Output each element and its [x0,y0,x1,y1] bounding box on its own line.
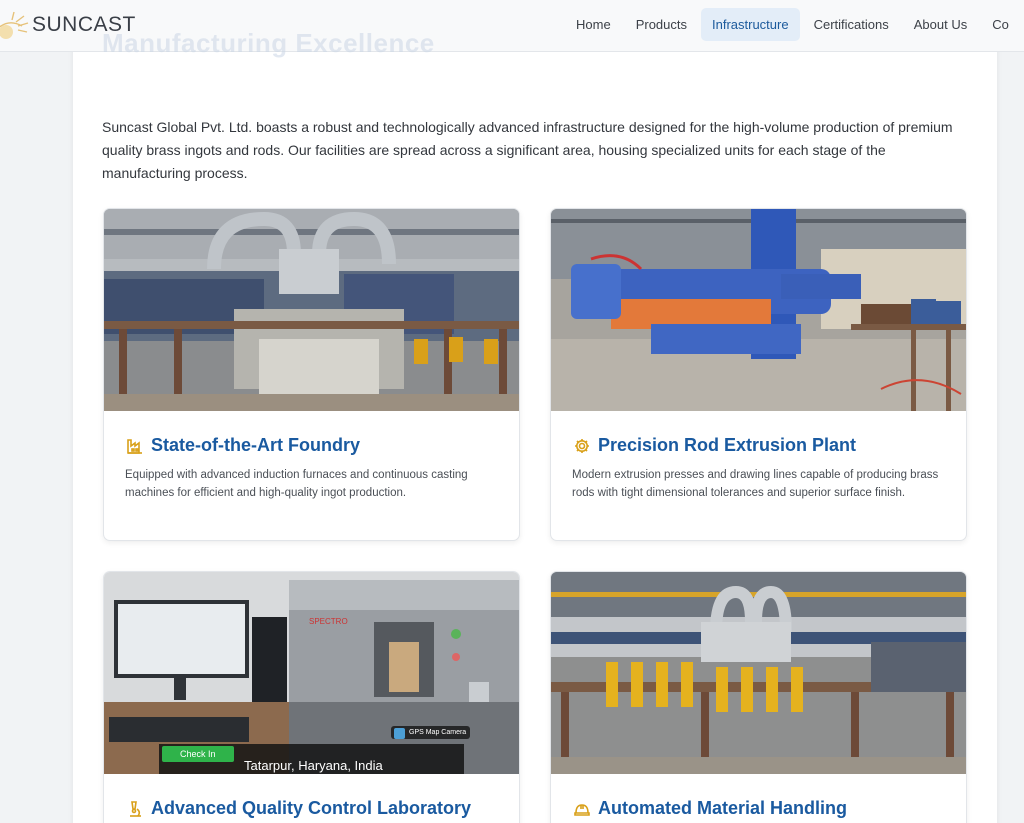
hard-hat-icon [572,799,592,819]
section-heading-behind-nav: Manufacturing Excellence [102,28,435,58]
infrastructure-card-extrusion: Precision Rod Extrusion Plant Modern ext… [550,208,967,541]
main-nav: Home Products Infrastructure Certificati… [565,8,1023,41]
quality-lab-photo: SPECTRO Check In Tatarpur, Haryana, Indi… [104,572,519,774]
extrusion-photo [551,209,966,411]
card-title: Precision Rod Extrusion Plant [598,435,857,455]
gps-map-camera-badge: GPS Map Camera [391,726,471,739]
photo-location-text: Tatarpur, Haryana, India [244,758,383,773]
nav-certifications[interactable]: Certifications [803,8,900,41]
foundry-photo [104,209,519,411]
check-in-badge: Check In [162,746,234,762]
nav-products[interactable]: Products [625,8,698,41]
infrastructure-card-quality-lab: SPECTRO Check In Tatarpur, Haryana, Indi… [103,571,520,823]
card-title-row: Advanced Quality Control Laboratory [125,798,519,819]
card-title: State-of-the-Art Foundry [151,435,360,455]
card-title-row: Precision Rod Extrusion Plant [572,435,966,456]
intro-paragraph: Suncast Global Pvt. Ltd. boasts a robust… [102,119,953,181]
nav-about-us[interactable]: About Us [903,8,978,41]
card-title-row: State-of-the-Art Foundry [125,435,519,456]
microscope-icon [125,799,145,819]
nav-contact-truncated[interactable]: Co [981,8,1020,41]
factory-icon [125,436,145,456]
card-title-row: Automated Material Handling [572,798,966,819]
svg-text:SPECTRO: SPECTRO [309,617,348,626]
nav-infrastructure[interactable]: Infrastructure [701,8,800,41]
card-title: Advanced Quality Control Laboratory [151,798,472,818]
gear-icon [572,436,592,456]
card-title: Automated Material Handling [598,798,848,818]
card-description: Equipped with advanced induction furnace… [125,469,468,499]
infrastructure-card-foundry: State-of-the-Art Foundry Equipped with a… [103,208,520,541]
card-description: Modern extrusion presses and drawing lin… [572,469,939,499]
sun-logo-icon [0,8,30,42]
material-handling-photo [551,572,966,774]
infrastructure-card-material-handling: Automated Material Handling [550,571,967,823]
nav-home[interactable]: Home [565,8,622,41]
